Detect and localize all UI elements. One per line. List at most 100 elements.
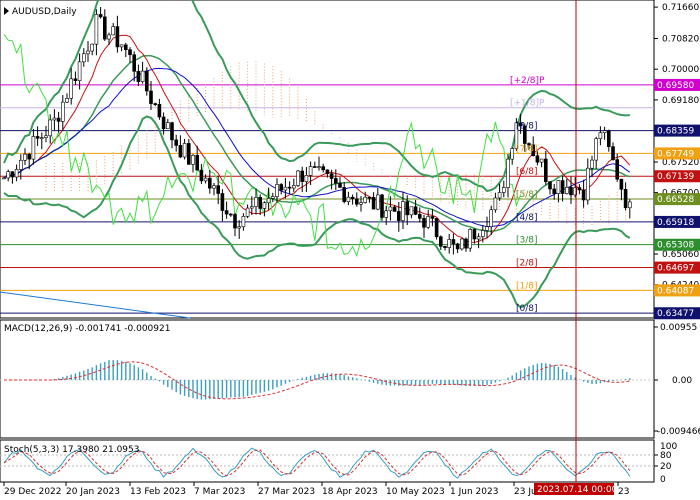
candle	[447, 239, 452, 248]
candle	[346, 196, 351, 202]
candle	[233, 214, 237, 229]
candle	[161, 116, 166, 130]
candle	[388, 206, 393, 212]
date-tick-label: 29 Dec 2022	[4, 487, 62, 497]
candle	[312, 166, 317, 168]
candle	[338, 182, 342, 188]
candle	[615, 159, 620, 180]
candle	[140, 70, 145, 82]
murrey-label: [6/8]	[516, 167, 538, 177]
candle	[317, 166, 321, 168]
level-tag-label: 0.67749	[657, 149, 694, 159]
candle	[606, 130, 611, 147]
level-tag-label: 0.63477	[657, 309, 694, 319]
candle	[426, 216, 431, 228]
trading-chart[interactable]: [+2/8]P [+1/8]P [8/8] [7/8] [6/8] [5/8] [4/8] […	[0, 0, 700, 500]
macd-tick-zero: 0.00	[672, 376, 692, 386]
date-tick-label: 7 Mar 2023	[194, 487, 245, 497]
candle	[10, 171, 15, 178]
candle	[208, 177, 212, 189]
candle	[56, 117, 61, 122]
murrey-label: [7/8]	[516, 144, 538, 154]
price-tick-label: 0.67520	[662, 158, 699, 168]
candle	[111, 26, 115, 36]
candle	[23, 153, 27, 161]
candle	[254, 197, 258, 207]
level-tag-label: 0.65918	[657, 218, 694, 228]
candle	[422, 218, 426, 228]
stoch-axis: 100 80 20 0	[654, 442, 677, 485]
candle	[124, 44, 128, 50]
candle	[245, 207, 250, 217]
candle	[203, 177, 208, 182]
murrey-label: [0/8]	[516, 304, 538, 314]
candle	[480, 230, 485, 238]
candle	[157, 104, 162, 118]
candle	[145, 70, 149, 92]
candle	[396, 211, 401, 221]
level-tag-label: 0.69580	[657, 81, 694, 91]
candle	[451, 239, 456, 245]
level-tag-label: 0.67139	[657, 172, 694, 182]
candle	[18, 159, 23, 170]
candle	[585, 167, 590, 201]
chart-title: AUDUSD,Daily	[12, 7, 77, 17]
candle	[501, 187, 506, 193]
candle	[44, 135, 48, 138]
candle	[510, 148, 515, 160]
macd-tick-top: 0.00955	[660, 323, 697, 333]
candle	[132, 54, 136, 72]
candle	[262, 202, 267, 209]
candle	[485, 226, 489, 231]
candle	[69, 78, 73, 99]
candle	[237, 226, 241, 229]
price-pane[interactable]	[0, 0, 655, 319]
candle	[371, 197, 376, 210]
candle	[107, 34, 111, 40]
candle	[455, 243, 460, 250]
stoch-tick-20: 20	[660, 462, 672, 472]
candle	[333, 178, 338, 184]
candle	[119, 44, 124, 48]
candle	[98, 14, 103, 18]
candle	[191, 155, 195, 165]
candle	[27, 153, 32, 160]
candle	[468, 229, 473, 249]
level-tag-label: 0.66528	[657, 195, 694, 205]
candle	[413, 206, 418, 215]
candle	[619, 178, 624, 190]
candle	[220, 193, 225, 211]
candle	[275, 184, 279, 197]
price-tick-label: 0.69180	[662, 96, 699, 106]
candle	[367, 196, 372, 199]
candle	[560, 180, 565, 194]
candle	[60, 101, 65, 122]
candle	[77, 61, 82, 81]
candle	[14, 169, 19, 178]
price-axis[interactable]: 0.716600.708200.700000.691800.683400.675…	[654, 3, 699, 321]
candle	[90, 43, 94, 52]
candle	[195, 155, 199, 171]
candle	[581, 189, 586, 201]
candle	[35, 136, 40, 139]
candle	[103, 16, 107, 40]
candle	[48, 119, 53, 137]
candle	[543, 158, 548, 182]
candle	[170, 122, 174, 141]
candle	[86, 50, 90, 55]
candle	[308, 166, 313, 176]
candle	[212, 185, 216, 189]
murrey-label: [8/8]	[516, 122, 538, 132]
stoch-tick-80: 80	[660, 451, 672, 461]
candle	[506, 158, 510, 188]
candle	[594, 138, 599, 161]
candle	[258, 197, 263, 209]
candle	[73, 78, 78, 81]
candle	[39, 137, 44, 139]
candle	[216, 185, 220, 194]
candle	[464, 238, 468, 249]
candle	[417, 214, 422, 219]
candle	[283, 186, 288, 191]
candle	[380, 194, 384, 218]
price-tick-label: 0.70000	[662, 65, 699, 75]
